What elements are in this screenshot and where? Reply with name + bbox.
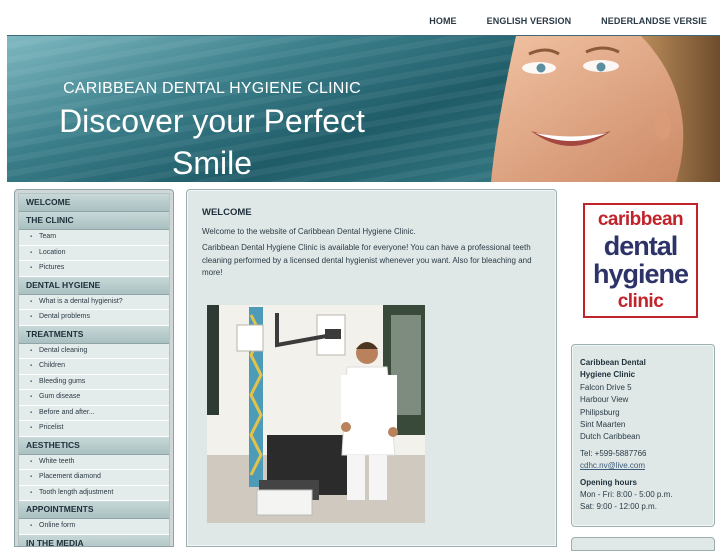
banner-tagline-line2: Smile [171, 145, 252, 181]
sidebar-subitem-location[interactable]: ▪ Location [19, 245, 169, 261]
bullet-icon: ▪ [30, 363, 33, 369]
sidebar-subitem-placement-diamond[interactable]: ▪ Placement diamond [19, 470, 169, 486]
logo-line1: caribbean [597, 209, 684, 230]
bullet-icon: ▪ [30, 347, 33, 354]
opening-hours-saturday: Sat: 9:00 - 12:00 p.m. [580, 502, 657, 512]
clinic-logo: caribbean dental hygiene clinic [583, 203, 698, 318]
email-link[interactable]: cdhc.nv@live.com [580, 460, 672, 472]
sidebar-item-in-the-media[interactable]: IN THE MEDIA [19, 534, 169, 546]
sidebar-subitem-label: Online form [39, 522, 76, 529]
bullet-icon: ▪ [30, 489, 33, 496]
banner-tagline-line1: Discover your Perfect [59, 103, 365, 139]
sidebar-subitem-dental-cleaning[interactable]: ▪ Dental cleaning [19, 343, 169, 359]
bullet-icon: ▪ [30, 298, 33, 305]
bullet-icon: ▪ [30, 409, 33, 416]
bullet-icon: ▪ [30, 523, 33, 529]
address-city: Philipsburg [580, 407, 620, 417]
opening-hours-title: Opening hours [580, 477, 637, 487]
clinic-name-line1: Caribbean Dental [580, 358, 646, 367]
smiling-woman-image [491, 36, 720, 182]
sidebar-item-dental-hygiene[interactable]: DENTAL HYGIENE [19, 276, 169, 295]
sidebar-item-aesthetics[interactable]: AESTHETICS [19, 436, 169, 455]
sidebar-subitem-label: White teeth [39, 457, 75, 465]
sidebar-subitem-before-and-after[interactable]: ▪ Before and after... [19, 405, 169, 421]
contact-details: Caribbean Dental Hygiene Clinic Falcon D… [580, 357, 672, 514]
bullet-icon: ▪ [30, 265, 33, 271]
hygienist-clinic-photo [207, 305, 425, 523]
banner-tagline: Discover your Perfect Smile [7, 100, 417, 182]
sidebar-subitem-white-teeth[interactable]: ▪ White teeth [19, 454, 169, 470]
sidebar-navigation: WELCOME THE CLINIC ▪ Team ▪ Location ▪ Pict… [14, 189, 174, 547]
sidebar-subitem-label: Before and after... [39, 408, 95, 416]
sidebar-subitem-label: Dental cleaning [39, 346, 88, 354]
sidebar-subitem-label: Pricelist [39, 424, 64, 431]
sidebar-subitem-label: Location [39, 248, 66, 256]
sidebar-subitem-pricelist[interactable]: ▪ Pricelist [19, 421, 169, 437]
logo-line3: hygiene [592, 259, 689, 289]
phone-number: Tel: +599-5887766 [580, 448, 647, 458]
top-nav-items: HOME ENGLISH VERSION NEDERLANDSE VERSIE [429, 16, 707, 26]
bullet-icon: ▪ [30, 314, 33, 320]
sidebar-menu: WELCOME THE CLINIC ▪ Team ▪ Location ▪ Pict… [18, 193, 170, 546]
bullet-icon: ▪ [30, 394, 33, 400]
bullet-icon: ▪ [30, 249, 33, 256]
sidebar-subitem-children[interactable]: ▪ Children [19, 359, 169, 375]
logo-line4: clinic [617, 291, 664, 312]
address-street: Falcon Drive 5 [580, 382, 632, 392]
sidebar-subitem-gum-disease[interactable]: ▪ Gum disease [19, 390, 169, 406]
sidebar-subitem-label: Placement diamond [39, 473, 101, 480]
nav-english-version-link[interactable]: ENGLISH VERSION [487, 16, 572, 26]
sidebar-subitem-team[interactable]: ▪ Team [19, 230, 169, 246]
secondary-info-box [571, 537, 715, 551]
sidebar-subitem-label: Bleeding gums [39, 377, 86, 385]
sidebar-subitem-tooth-length[interactable]: ▪ Tooth length adjustment [19, 485, 169, 501]
sidebar-item-treatments[interactable]: TREATMENTS [19, 325, 169, 344]
sidebar-item-welcome[interactable]: WELCOME [19, 194, 169, 212]
banner-clinic-name: CARIBBEAN DENTAL HYGIENE CLINIC [63, 80, 361, 97]
main-content: WELCOME Welcome to the website of Caribb… [186, 189, 557, 547]
nav-dutch-version-link[interactable]: NEDERLANDSE VERSIE [601, 16, 707, 26]
nav-home-link[interactable]: HOME [429, 16, 456, 26]
bullet-icon: ▪ [30, 425, 33, 431]
sidebar-subitem-bleeding-gums[interactable]: ▪ Bleeding gums [19, 374, 169, 390]
sidebar-subitem-online-form[interactable]: ▪ Online form [19, 519, 169, 535]
header-banner: CARIBBEAN DENTAL HYGIENE CLINIC Discover… [7, 36, 720, 182]
sidebar-subitem-dental-problems[interactable]: ▪ Dental problems [19, 310, 169, 326]
address-country: Dutch Caribbean [580, 432, 641, 442]
opening-hours-weekday: Mon - Fri: 8:00 - 5:00 p.m. [580, 490, 673, 500]
body-text: Caribbean Dental Hygiene Clinic is avail… [202, 243, 532, 278]
sidebar-subitem-pictures[interactable]: ▪ Pictures [19, 261, 169, 277]
clinic-name-line2: Hygiene Clinic [580, 370, 636, 380]
intro-text: Welcome to the website of Caribbean Dent… [202, 227, 416, 236]
sidebar-subitem-what-is-hygienist[interactable]: ▪ What is a dental hygienist? [19, 294, 169, 310]
page-title: WELCOME [202, 207, 252, 218]
sidebar-subitem-label: Team [39, 233, 57, 240]
sidebar-subitem-label: Tooth length adjustment [39, 488, 114, 496]
bullet-icon: ▪ [30, 474, 33, 480]
bullet-icon: ▪ [30, 234, 33, 240]
logo-line2: dental [603, 231, 679, 261]
sidebar-subitem-label: Pictures [39, 264, 65, 271]
sidebar-subitem-label: Dental problems [39, 313, 90, 320]
sidebar-subitem-label: Gum disease [39, 393, 81, 400]
sidebar-item-appointments[interactable]: APPOINTMENTS [19, 501, 169, 519]
bullet-icon: ▪ [30, 378, 33, 385]
top-navigation: HOME ENGLISH VERSION NEDERLANDSE VERSIE [0, 0, 727, 36]
sidebar-item-the-clinic[interactable]: THE CLINIC [19, 212, 169, 230]
contact-info-box: Caribbean Dental Hygiene Clinic Falcon D… [571, 344, 715, 527]
address-region: Sint Maarten [580, 420, 626, 430]
sidebar-subitem-label: What is a dental hygienist? [39, 297, 123, 305]
address-area: Harbour View [580, 395, 629, 405]
sidebar-subitem-label: Children [39, 362, 66, 369]
bullet-icon: ▪ [30, 458, 33, 465]
